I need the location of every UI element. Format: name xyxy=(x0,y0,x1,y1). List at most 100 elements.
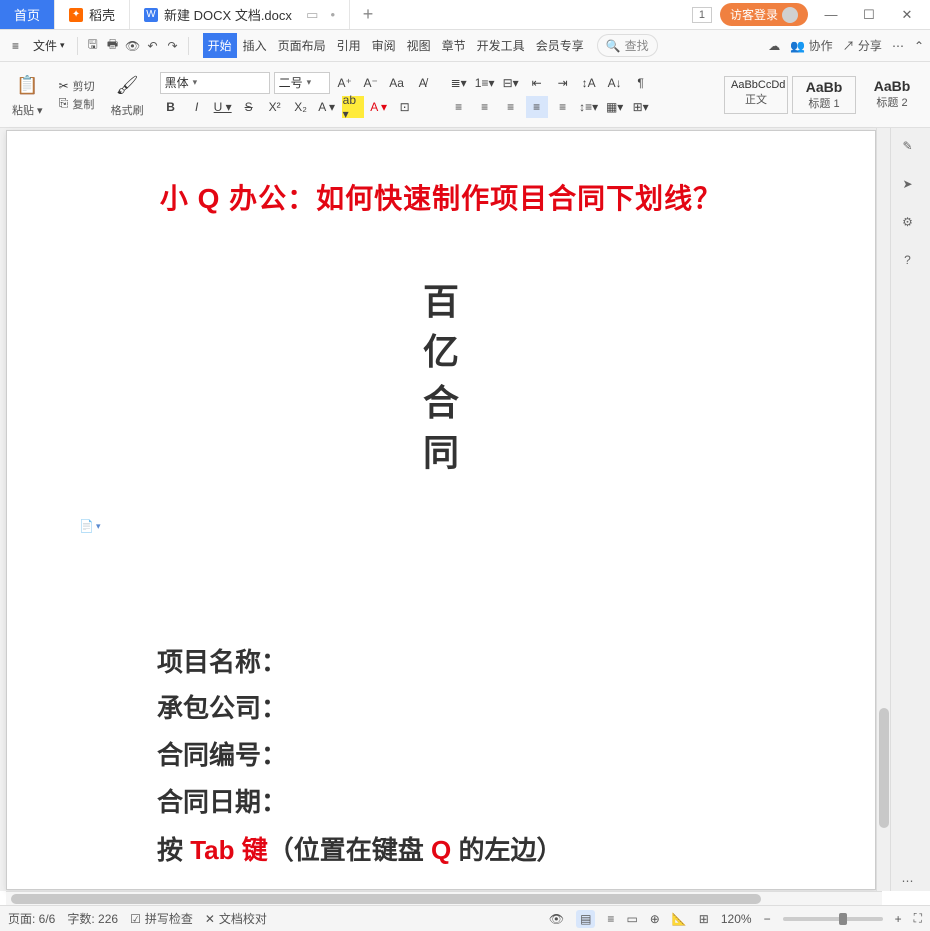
eye-icon[interactable]: 👁 xyxy=(549,912,564,926)
increase-font-icon[interactable]: A⁺ xyxy=(334,72,356,94)
pencil-icon[interactable]: ✎ xyxy=(898,136,918,156)
align-center-button[interactable]: ≡ xyxy=(474,96,496,118)
cloud-icon[interactable]: ☁ xyxy=(768,39,780,53)
decrease-font-icon[interactable]: A⁻ xyxy=(360,72,382,94)
ribbon-tab-start[interactable]: 开始 xyxy=(203,33,237,58)
ribbon-tab-review[interactable]: 审阅 xyxy=(367,33,401,58)
share-button[interactable]: ↗ 分享 xyxy=(843,37,882,54)
tab-document[interactable]: W 新建 DOCX 文档.docx ▭ • xyxy=(130,0,350,29)
align-left-button[interactable]: ≡ xyxy=(448,96,470,118)
view-web-icon[interactable]: ▭ xyxy=(626,912,637,926)
collab-button[interactable]: 👥 协作 xyxy=(790,37,832,54)
page-indicator[interactable]: 1 xyxy=(692,7,712,23)
show-marks-button[interactable]: ¶ xyxy=(630,72,652,94)
ribbon-tab-view[interactable]: 视图 xyxy=(402,33,436,58)
ribbon-tab-insert[interactable]: 插入 xyxy=(238,33,272,58)
font-effect-button[interactable]: A ▾ xyxy=(316,96,338,118)
copy-icon[interactable]: ⎘ xyxy=(59,96,69,111)
hamburger-button[interactable]: ≡ xyxy=(6,39,25,53)
preview-icon[interactable]: 👁 xyxy=(124,37,142,55)
view-outline-icon[interactable]: ≡ xyxy=(607,912,614,926)
align-justify-button[interactable]: ≡ xyxy=(526,96,548,118)
split-icon[interactable]: ⊞ xyxy=(699,912,709,926)
ribbon-tab-references[interactable]: 引用 xyxy=(332,33,366,58)
zoom-in-button[interactable]: + xyxy=(895,912,902,926)
ruler-icon[interactable]: 📐 xyxy=(672,912,687,926)
italic-button[interactable]: I xyxy=(186,96,208,118)
superscript-button[interactable]: X² xyxy=(264,96,286,118)
status-words[interactable]: 字数: 226 xyxy=(67,910,118,927)
clear-format-icon[interactable]: A̸ xyxy=(412,72,434,94)
save-icon[interactable]: 🖫 xyxy=(84,37,102,55)
line-spacing-button[interactable]: ↕≡▾ xyxy=(578,96,600,118)
tab-menu-icon[interactable]: • xyxy=(330,7,335,22)
zoom-out-button[interactable]: − xyxy=(764,912,771,926)
style-heading2[interactable]: AaBb 标题 2 xyxy=(860,76,924,114)
horizontal-scroll-thumb[interactable] xyxy=(11,894,761,904)
decrease-indent-button[interactable]: ⇤ xyxy=(526,72,548,94)
cut-label[interactable]: 剪切 xyxy=(73,78,95,94)
underline-button[interactable]: U ▾ xyxy=(212,96,234,118)
close-button[interactable]: ✕ xyxy=(892,0,922,30)
scissors-icon[interactable]: ✂ xyxy=(59,79,69,93)
tab-shell[interactable]: ✦ 稻壳 xyxy=(55,0,130,29)
collapse-ribbon-icon[interactable]: ⌃ xyxy=(914,39,924,53)
multilevel-button[interactable]: ⊟▾ xyxy=(500,72,522,94)
login-button[interactable]: 访客登录 xyxy=(720,3,808,26)
settings-icon[interactable]: ⚙ xyxy=(898,212,918,232)
undo-icon[interactable]: ↶ xyxy=(144,37,162,55)
maximize-button[interactable]: ☐ xyxy=(854,0,884,30)
vertical-scroll-thumb[interactable] xyxy=(879,708,889,828)
view-page-icon[interactable]: ▤ xyxy=(576,910,595,928)
style-normal[interactable]: AaBbCcDd 正文 xyxy=(724,76,788,114)
tab-home[interactable]: 首页 xyxy=(0,0,55,29)
horizontal-scrollbar[interactable] xyxy=(6,891,882,905)
highlight-button[interactable]: ab ▾ xyxy=(342,96,364,118)
increase-indent-button[interactable]: ⇥ xyxy=(552,72,574,94)
shading-button[interactable]: ▦▾ xyxy=(604,96,626,118)
change-case-icon[interactable]: Aa xyxy=(386,72,408,94)
paste-button[interactable]: 📋 粘贴 ▾ xyxy=(6,72,49,118)
sidebar-more-icon[interactable]: ⋯ xyxy=(898,871,918,891)
file-menu[interactable]: 文件▾ xyxy=(27,37,71,54)
redo-icon[interactable]: ↷ xyxy=(164,37,182,55)
text-direction-button[interactable]: ↕A xyxy=(578,72,600,94)
distribute-button[interactable]: ≡ xyxy=(552,96,574,118)
border-char-button[interactable]: ⊡ xyxy=(394,96,416,118)
print-quick-icon[interactable]: 🖶 xyxy=(104,37,122,55)
font-family-select[interactable]: 黑体▾ xyxy=(160,72,270,94)
new-tab-button[interactable]: + xyxy=(350,0,386,29)
bullets-button[interactable]: ≣▾ xyxy=(448,72,470,94)
ribbon-tab-chapter[interactable]: 章节 xyxy=(437,33,471,58)
search-box[interactable]: 🔍 查找 xyxy=(597,34,658,57)
strike-button[interactable]: S xyxy=(238,96,260,118)
ribbon-tab-vip[interactable]: 会员专享 xyxy=(531,33,589,58)
subscript-button[interactable]: X₂ xyxy=(290,96,312,118)
fullscreen-icon[interactable]: ⛶ xyxy=(914,911,922,926)
copy-label[interactable]: 复制 xyxy=(72,96,94,112)
view-read-icon[interactable]: ⊕ xyxy=(650,912,660,926)
more-icon[interactable]: ⋯ xyxy=(892,39,904,53)
zoom-slider[interactable] xyxy=(783,917,883,921)
sort-button[interactable]: A↓ xyxy=(604,72,626,94)
zoom-value[interactable]: 120% xyxy=(721,912,752,926)
status-spellcheck[interactable]: ☑ 拼写检查 xyxy=(130,910,193,927)
ribbon-tab-layout[interactable]: 页面布局 xyxy=(273,33,331,58)
minimize-button[interactable]: — xyxy=(816,0,846,30)
format-painter-button[interactable]: 🖌 格式刷 xyxy=(105,72,150,118)
page-canvas[interactable]: 小 Q 办公：如何快速制作项目合同下划线？ 百 亿 合 同 📄 ▾ 项目名称： … xyxy=(6,130,876,890)
style-heading1[interactable]: AaBb 标题 1 xyxy=(792,76,856,114)
align-right-button[interactable]: ≡ xyxy=(500,96,522,118)
help-icon[interactable]: ? xyxy=(898,250,918,270)
borders-button[interactable]: ⊞▾ xyxy=(630,96,652,118)
font-size-select[interactable]: 二号▾ xyxy=(274,72,330,94)
vertical-scrollbar[interactable] xyxy=(876,128,890,891)
font-color-button[interactable]: A ▾ xyxy=(368,96,390,118)
status-page[interactable]: 页面: 6/6 xyxy=(8,910,55,927)
status-proof[interactable]: ✕ 文档校对 xyxy=(205,910,267,927)
bold-button[interactable]: B xyxy=(160,96,182,118)
numbering-button[interactable]: 1≡▾ xyxy=(474,72,496,94)
cursor-icon[interactable]: ➤ xyxy=(898,174,918,194)
tab-overflow-icon[interactable]: ▭ xyxy=(306,7,318,23)
ribbon-tab-devtools[interactable]: 开发工具 xyxy=(472,33,530,58)
